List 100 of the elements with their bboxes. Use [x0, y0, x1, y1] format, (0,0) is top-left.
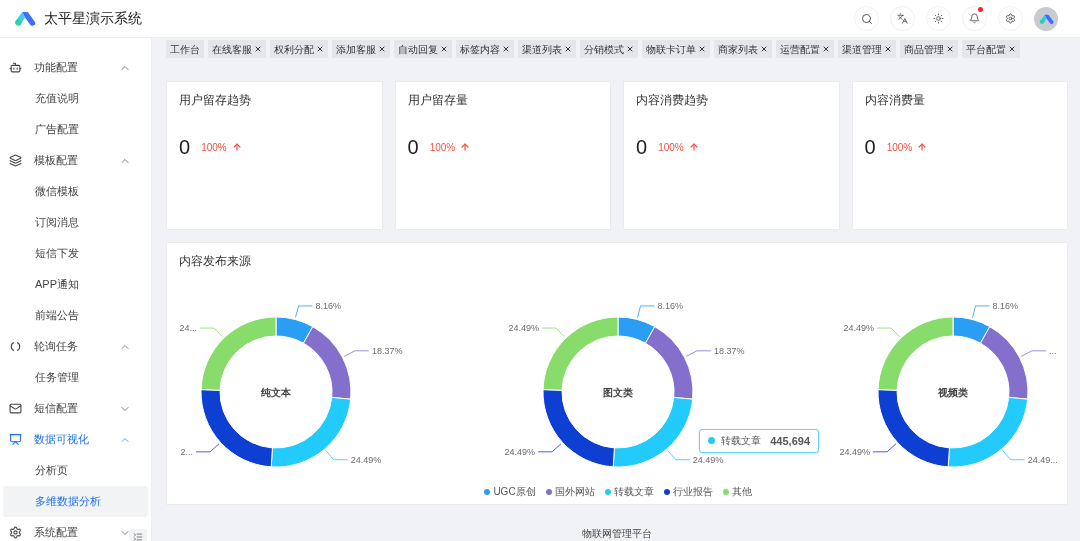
slice-label: 24.49%: [843, 323, 875, 334]
donut-title: 纯文本: [261, 387, 291, 398]
footer-text: 物联网管理平台: [582, 526, 652, 541]
sun-icon: [933, 13, 944, 24]
close-icon[interactable]: [822, 45, 830, 53]
page-tab[interactable]: 平台配置: [962, 40, 1020, 58]
slice-label: 24.49%: [504, 446, 536, 457]
monitor-icon: [9, 433, 22, 446]
page-tab[interactable]: 权利分配: [270, 40, 328, 58]
page-tab[interactable]: 物联卡订单: [642, 40, 710, 58]
translate-icon: [897, 13, 908, 24]
menu-item[interactable]: APP通知: [3, 269, 148, 300]
app-title: 太平星演示系统: [44, 9, 142, 28]
menu-item[interactable]: 订阅消息: [3, 207, 148, 238]
slice-label: 24.49...: [1027, 454, 1058, 465]
legend-item[interactable]: 其他: [722, 484, 752, 499]
close-icon[interactable]: [698, 45, 706, 53]
legend-item[interactable]: 国外网站: [545, 484, 595, 499]
stat-value: 0: [179, 135, 191, 160]
slice-label: 24.49%: [839, 446, 871, 457]
page-tab[interactable]: 渠道管理: [838, 40, 896, 58]
loop-icon: [9, 340, 22, 353]
panel-title: 内容发布来源: [179, 253, 252, 269]
slice-label: 8.16%: [992, 300, 1019, 311]
page-tab[interactable]: 分销模式: [580, 40, 638, 58]
leader-line: [685, 350, 712, 357]
stat-value: 0: [636, 135, 648, 160]
slice-label: 8.16%: [657, 300, 684, 311]
menu-group[interactable]: 系统配置: [0, 517, 151, 541]
close-icon[interactable]: [760, 45, 768, 53]
page-tab[interactable]: 添加客服: [332, 40, 390, 58]
legend-item[interactable]: UGC原创: [484, 484, 536, 499]
page-tab[interactable]: 自动回复: [394, 40, 452, 58]
close-icon[interactable]: [884, 45, 892, 53]
stat-value: 0: [864, 135, 876, 160]
settings-icon: [1005, 13, 1016, 24]
legend-item[interactable]: 行业报告: [663, 484, 713, 499]
card-title: 内容消费量: [864, 92, 926, 108]
slice-label: 24.49%: [508, 323, 540, 334]
close-icon[interactable]: [254, 45, 262, 53]
stat-value: 0: [407, 135, 419, 160]
menu-group[interactable]: 模板配置: [0, 145, 151, 176]
close-icon[interactable]: [626, 45, 634, 53]
menu-group[interactable]: 短信配置: [0, 393, 151, 424]
menu-group[interactable]: 轮询任务: [0, 331, 151, 362]
card-title: 用户留存量: [407, 92, 469, 108]
leader-line: [537, 443, 562, 453]
page-tab[interactable]: 商品管理: [900, 40, 958, 58]
robot-icon: [9, 61, 22, 74]
page-tab[interactable]: 渠道列表: [518, 40, 576, 58]
page-tab[interactable]: 工作台: [166, 40, 204, 58]
menu-group[interactable]: 功能配置: [0, 52, 151, 83]
slice-label: 18.37%: [713, 345, 745, 356]
menu-item[interactable]: 短信下发: [3, 238, 148, 269]
close-icon[interactable]: [564, 45, 572, 53]
leader-line: [295, 305, 314, 319]
donut-title: 图文类: [603, 387, 633, 398]
close-icon[interactable]: [1008, 45, 1016, 53]
menu-item[interactable]: 充值说明: [3, 83, 148, 114]
tooltip-label: 转载文章: [721, 434, 761, 449]
close-icon[interactable]: [378, 45, 386, 53]
menu-item[interactable]: 前端公告: [3, 300, 148, 331]
menu-item[interactable]: 多维数据分析: [3, 486, 148, 517]
menu-item[interactable]: 广告配置: [3, 114, 148, 145]
menu-group[interactable]: 数据可视化: [0, 424, 151, 455]
leader-line: [637, 305, 656, 319]
menu-item[interactable]: 分析页: [3, 455, 148, 486]
leader-line: [876, 327, 900, 338]
close-icon[interactable]: [946, 45, 954, 53]
menu-item[interactable]: 任务管理: [3, 362, 148, 393]
close-icon[interactable]: [316, 45, 324, 53]
page-tab[interactable]: 在线客服: [208, 40, 266, 58]
leader-line: [199, 327, 223, 338]
change-percent: 100%: [658, 140, 684, 155]
leader-line: [972, 305, 991, 319]
slice-label: 18.37%: [371, 345, 403, 356]
page-tab[interactable]: 商家列表: [714, 40, 772, 58]
close-icon[interactable]: [440, 45, 448, 53]
slice-label: 8.16%: [315, 300, 342, 311]
settings-icon: [9, 526, 22, 539]
leader-line: [872, 443, 897, 453]
page-tab[interactable]: 标签内容: [456, 40, 514, 58]
logo: [14, 11, 36, 26]
close-icon[interactable]: [502, 45, 510, 53]
leader-line: [541, 327, 565, 338]
leader-line: [325, 450, 349, 461]
leader-line: [195, 443, 220, 453]
legend-item[interactable]: 转载文章: [604, 484, 654, 499]
page-tab[interactable]: 运营配置: [776, 40, 834, 58]
avatar-logo-icon: [1038, 13, 1054, 24]
leader-line: [1020, 350, 1047, 357]
menu-item[interactable]: 微信模板: [3, 176, 148, 207]
change-percent: 100%: [886, 140, 913, 155]
bell-icon: [969, 13, 980, 24]
change-percent: 100%: [429, 140, 456, 155]
slice-label: 24.49%: [350, 454, 382, 465]
slice-label: ...: [1048, 345, 1057, 356]
donut-title: 视频类: [938, 387, 968, 398]
layers-icon: [9, 154, 22, 167]
avatar[interactable]: [1034, 6, 1058, 31]
